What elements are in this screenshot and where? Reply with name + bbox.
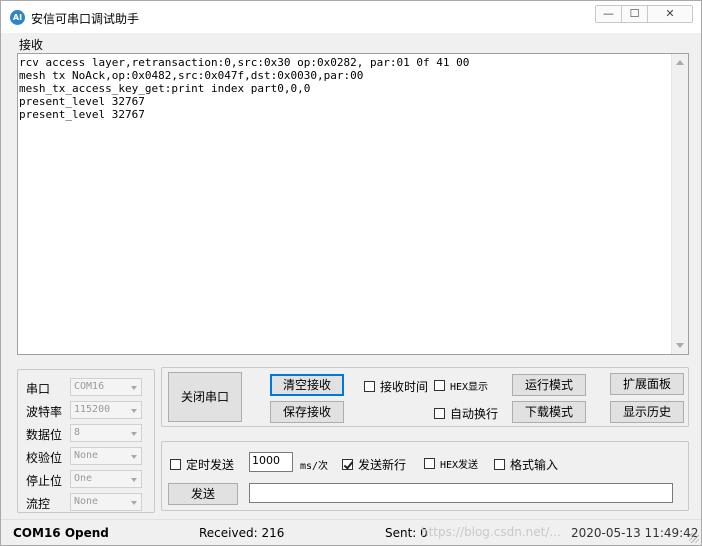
chevron-down-icon — [131, 409, 137, 413]
serial-row-port: 串口 COM16 — [18, 378, 156, 398]
serial-row-flow: 流控 None — [18, 493, 156, 513]
receive-line: rcv access layer,retransaction:0,src:0x3… — [19, 56, 470, 69]
close-icon[interactable]: ✕ — [648, 6, 692, 22]
receive-control-panel: 关闭串口 清空接收 保存接收 接收时间 HEX显示 自动换行 运行模式 下载模式… — [161, 367, 689, 427]
checkbox-box — [424, 458, 435, 469]
send-interval-input[interactable]: 1000 — [249, 452, 293, 472]
show-history-button[interactable]: 显示历史 — [610, 401, 684, 423]
send-text-input[interactable] — [249, 483, 673, 503]
checkbox-box — [364, 381, 375, 392]
receive-line: present_level 32767 — [19, 108, 145, 121]
data-bits-label: 数据位 — [26, 428, 63, 442]
checkbox-box-checked — [342, 459, 353, 470]
stop-bits-select[interactable]: One — [70, 470, 142, 488]
serial-row-baud: 波特率 115200 — [18, 401, 156, 421]
receive-line: present_level 32767 — [19, 95, 145, 108]
chevron-down-icon — [131, 478, 137, 482]
recv-time-checkbox[interactable]: 接收时间 — [364, 378, 428, 395]
hex-send-checkbox[interactable]: HEX发送 — [424, 456, 478, 471]
parity-select[interactable]: None — [70, 447, 142, 465]
send-newline-label: 发送新行 — [358, 458, 407, 472]
recv-time-label: 接收时间 — [380, 380, 429, 394]
expand-panel-button[interactable]: 扩展面板 — [610, 373, 684, 395]
flow-control-select[interactable]: None — [70, 493, 142, 511]
receive-textarea[interactable]: rcv access layer,retransaction:0,src:0x3… — [17, 53, 689, 355]
minimize-icon[interactable]: — — [596, 6, 622, 22]
stop-bits-label: 停止位 — [26, 474, 63, 488]
title-bar[interactable]: AI 安信可串口调试助手 — ☐ ✕ — [1, 1, 701, 33]
timed-send-checkbox[interactable]: 定时发送 — [170, 456, 234, 473]
hex-send-label: HEX发送 — [440, 460, 479, 471]
datetime-text: 2020-05-13 11:49:42 — [571, 526, 699, 540]
clear-receive-button[interactable]: 清空接收 — [270, 374, 344, 396]
scroll-down-icon[interactable] — [676, 343, 684, 348]
format-input-checkbox[interactable]: 格式输入 — [494, 456, 558, 473]
serial-row-databits: 数据位 8 — [18, 424, 156, 444]
serial-row-parity: 校验位 None — [18, 447, 156, 467]
checkbox-box — [434, 408, 445, 419]
checkbox-box — [434, 380, 445, 391]
serial-row-stopbits: 停止位 One — [18, 470, 156, 490]
parity-label: 校验位 — [26, 451, 63, 465]
flow-control-label: 流控 — [26, 497, 51, 511]
chevron-down-icon — [131, 386, 137, 390]
serial-port-label: 串口 — [26, 382, 51, 396]
window-controls: — ☐ ✕ — [595, 5, 693, 23]
chevron-down-icon — [131, 455, 137, 459]
main-window: AI 安信可串口调试助手 — ☐ ✕ 接收 rcv access layer,r… — [0, 0, 702, 546]
received-count: Received: 216 — [199, 526, 285, 540]
baud-rate-select[interactable]: 115200 — [70, 401, 142, 419]
download-mode-button[interactable]: 下载模式 — [512, 401, 586, 423]
timed-send-label: 定时发送 — [186, 458, 235, 472]
baud-rate-label: 波特率 — [26, 405, 63, 419]
receive-content: rcv access layer,retransaction:0,src:0x3… — [19, 56, 671, 352]
stop-bits-value: One — [74, 473, 93, 484]
checkbox-box — [494, 459, 505, 470]
serial-port-select[interactable]: COM16 — [70, 378, 142, 396]
auto-wrap-checkbox[interactable]: 自动换行 — [434, 405, 498, 422]
baud-rate-value: 115200 — [74, 404, 111, 415]
receive-group-label: 接收 — [17, 36, 46, 53]
save-receive-button[interactable]: 保存接收 — [270, 401, 344, 423]
data-bits-value: 8 — [74, 427, 81, 438]
scroll-up-icon[interactable] — [676, 60, 684, 65]
flow-control-value: None — [74, 496, 99, 507]
data-bits-select[interactable]: 8 — [70, 424, 142, 442]
chevron-down-icon — [131, 501, 137, 505]
serial-settings-panel: 串口 COM16 波特率 115200 数据位 8 校验位 None 停止位 O… — [17, 369, 155, 513]
receive-line: mesh tx NoAck,op:0x0482,src:0x047f,dst:0… — [19, 69, 364, 82]
maximize-icon[interactable]: ☐ — [622, 6, 648, 22]
hex-display-label: HEX显示 — [450, 382, 489, 393]
app-logo-icon: AI — [10, 10, 25, 25]
parity-value: None — [74, 450, 99, 461]
receive-scrollbar[interactable] — [671, 54, 688, 354]
format-input-label: 格式输入 — [510, 458, 559, 472]
status-bar: COM16 Opend Received: 216 Sent: 0 https:… — [1, 519, 701, 545]
run-mode-button[interactable]: 运行模式 — [512, 374, 586, 396]
auto-wrap-label: 自动换行 — [450, 407, 499, 421]
resize-grip-icon[interactable] — [689, 533, 699, 543]
send-panel: 定时发送 1000 ms/次 发送新行 HEX发送 格式输入 发送 — [161, 441, 689, 511]
hex-display-checkbox[interactable]: HEX显示 — [434, 378, 488, 393]
send-interval-unit: ms/次 — [300, 461, 329, 472]
port-status-text: COM16 Opend — [13, 526, 109, 540]
serial-port-value: COM16 — [74, 381, 105, 392]
receive-line: mesh_tx_access_key_get:print index part0… — [19, 82, 311, 95]
chevron-down-icon — [131, 432, 137, 436]
checkbox-box — [170, 459, 181, 470]
send-button[interactable]: 发送 — [168, 483, 238, 505]
close-port-button[interactable]: 关闭串口 — [168, 372, 242, 422]
watermark-text: https://blog.csdn.net/... — [421, 525, 561, 539]
send-newline-checkbox[interactable]: 发送新行 — [342, 456, 406, 473]
window-title: 安信可串口调试助手 — [31, 12, 140, 26]
